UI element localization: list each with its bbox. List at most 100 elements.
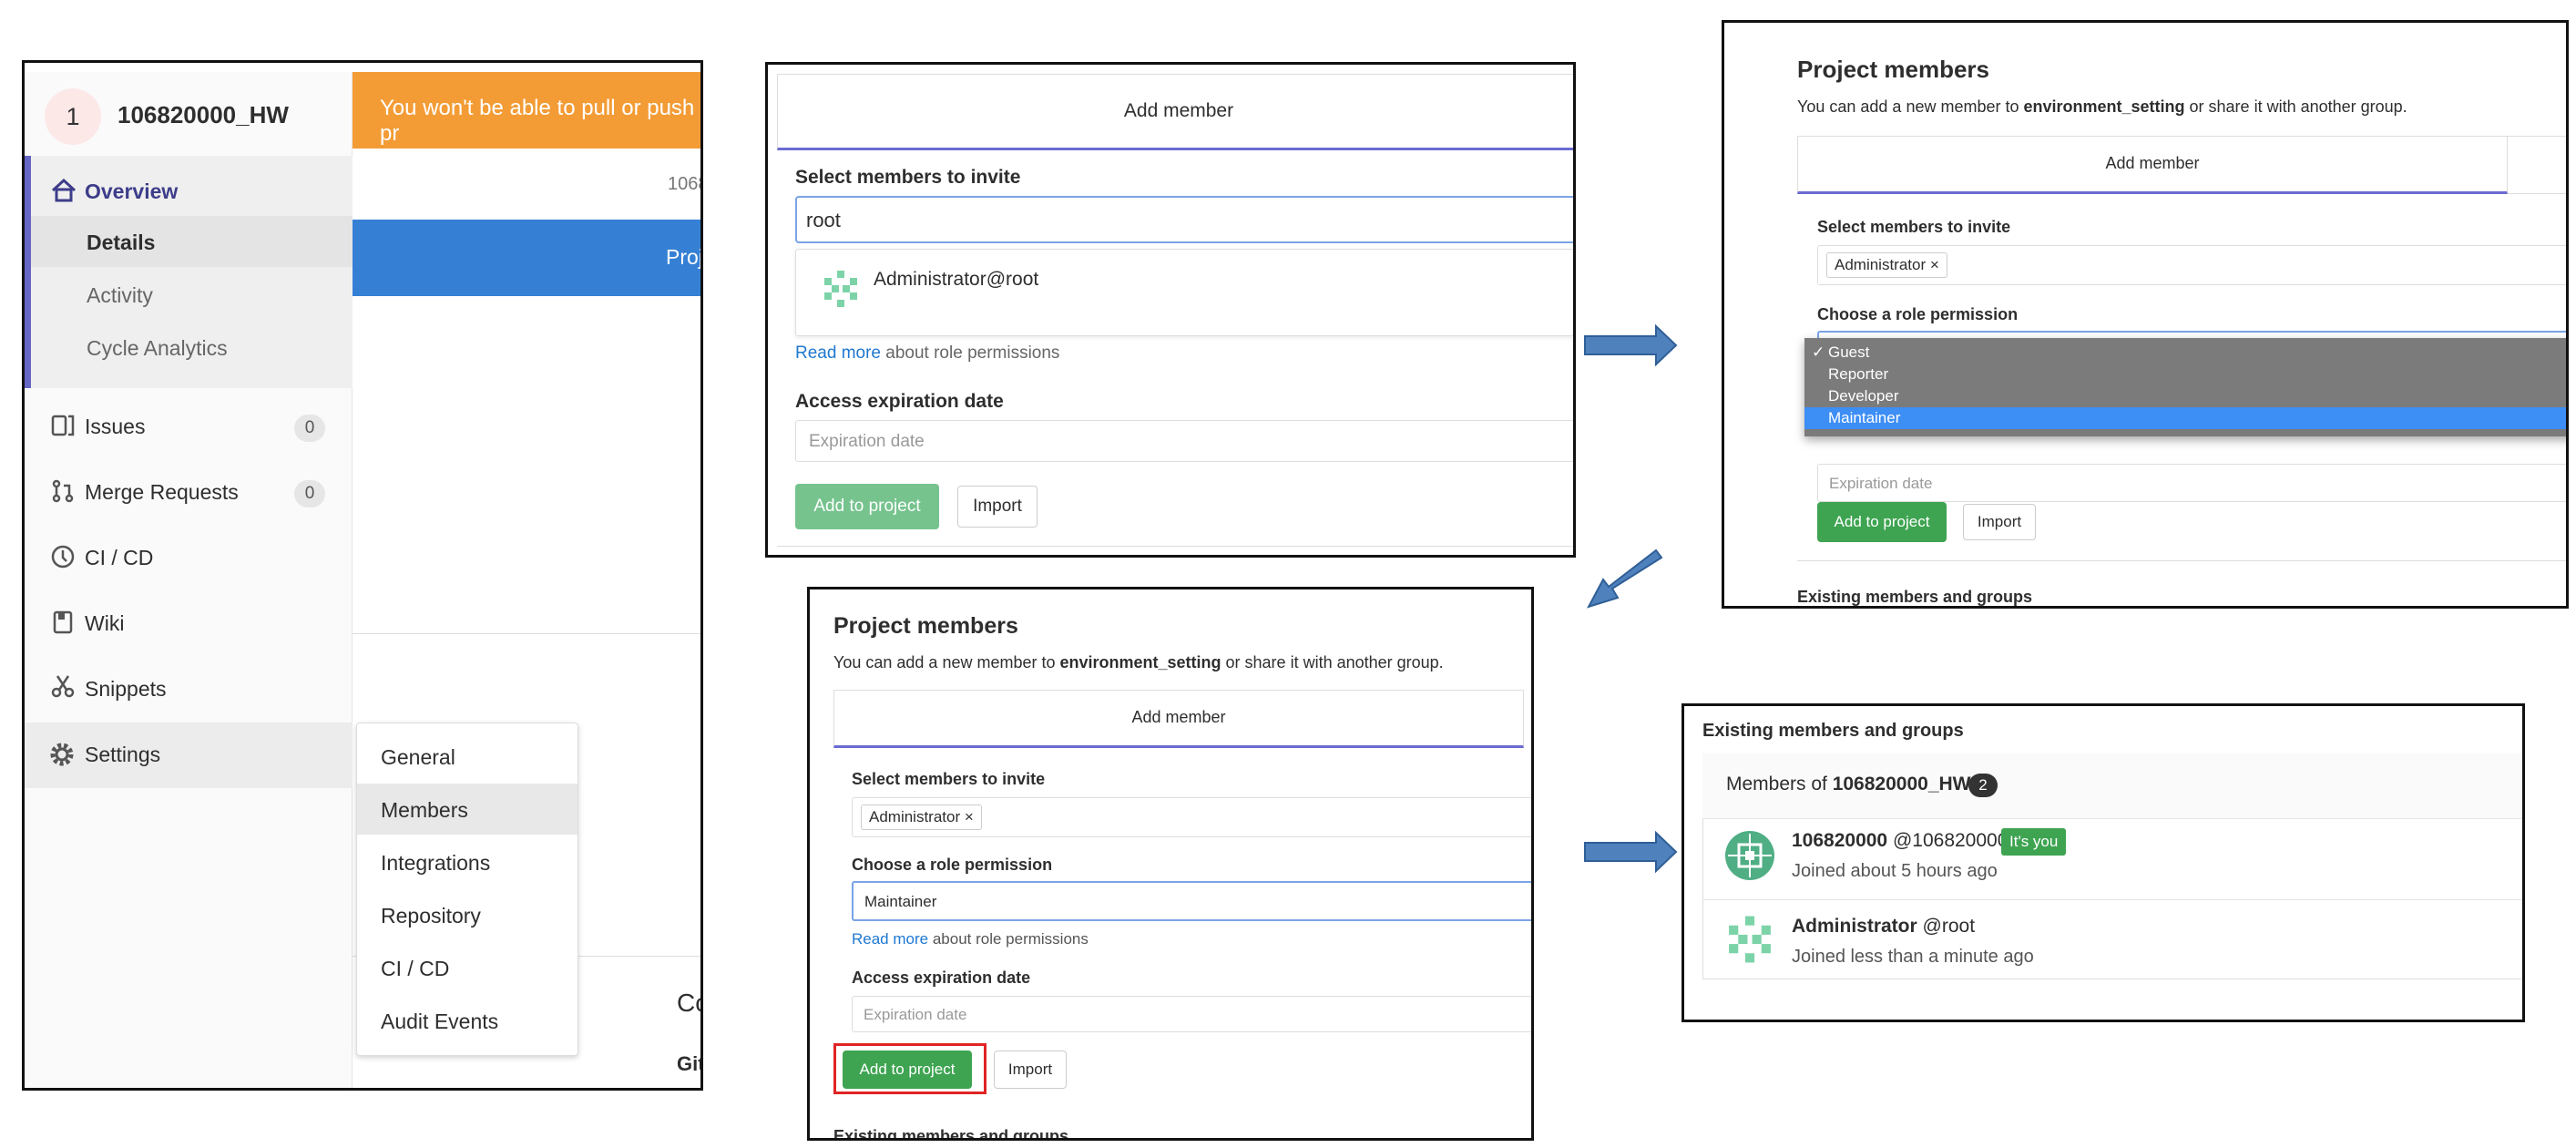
import-button[interactable]: Import <box>994 1051 1067 1089</box>
page-subtitle: You can add a new member to environment_… <box>1797 97 2407 116</box>
flyout-item-audit-events[interactable]: Audit Events <box>357 995 578 1046</box>
home-icon <box>51 178 77 202</box>
sidebar-item-merge-requests[interactable]: Merge Requests <box>85 480 239 505</box>
option-reporter[interactable]: Reporter <box>1804 364 2566 385</box>
sidebar-item-activity[interactable]: Activity <box>87 283 153 308</box>
selected-member-token[interactable]: Administrator × <box>861 805 982 830</box>
select-members-label: Select members to invite <box>1817 218 2011 236</box>
add-to-project-button[interactable]: Add to project <box>1817 502 1947 542</box>
details-highlight <box>31 216 353 267</box>
issues-icon <box>50 413 76 443</box>
project-name[interactable]: 106820000_HW <box>118 101 289 129</box>
member-count-badge: 2 <box>1968 774 1998 797</box>
sidebar-item-issues[interactable]: Issues <box>85 415 145 439</box>
identicon-avatar <box>821 269 861 313</box>
divider <box>1797 560 2566 561</box>
role-options-menu: ✓ Guest Reporter Developer Maintainer <box>1804 338 2566 436</box>
group-name: 106820000_HW <box>1832 774 1971 794</box>
member-handle: @106820000 <box>1892 830 2009 851</box>
sidebar-item-snippets[interactable]: Snippets <box>85 677 167 702</box>
role-permissions-help: Read more about role permissions <box>852 930 1089 948</box>
search-value: root <box>806 209 841 231</box>
divider <box>353 633 700 634</box>
existing-members-heading: Existing members and groups <box>833 1127 1069 1141</box>
page-subtitle: You can add a new member to environment_… <box>833 653 1444 671</box>
expiration-label: Access expiration date <box>795 391 1004 412</box>
sidebar-screenshot-panel: 1 106820000_HW Overview Details Activity… <box>22 60 703 1091</box>
existing-members-panel: Existing members and groups Members of 1… <box>1682 703 2525 1022</box>
alert-text: You won't be able to pull or push pr <box>380 96 695 146</box>
content-fragment: Co <box>677 989 700 1017</box>
check-icon: ✓ <box>1812 343 1825 361</box>
arrow-right-icon <box>1584 831 1678 873</box>
read-more-text: about role permissions <box>885 343 1060 363</box>
expiration-date-input[interactable]: Expiration date <box>795 420 1573 462</box>
divider <box>1702 899 2522 900</box>
role-select[interactable]: Maintainer <box>852 881 1531 921</box>
arrow-down-left-icon <box>1586 548 1663 609</box>
its-you-badge: It's you <box>2001 828 2067 856</box>
project-name: environment_setting <box>1059 653 1222 671</box>
member-search-input[interactable]: root <box>795 196 1573 243</box>
issues-count-badge: 0 <box>294 415 325 442</box>
read-more-link[interactable]: Read more <box>795 343 881 363</box>
option-maintainer[interactable]: Maintainer <box>1804 407 2566 429</box>
selected-member-token[interactable]: Administrator × <box>1826 252 1947 278</box>
sidebar-item-wiki[interactable]: Wiki <box>85 611 124 636</box>
blue-header-bar: Proj <box>353 220 703 296</box>
import-button[interactable]: Import <box>1963 504 2036 540</box>
tab-label: Add member <box>1131 708 1226 726</box>
arrow-right-icon <box>1584 324 1678 366</box>
sidebar-item-overview[interactable] <box>50 178 77 208</box>
book-icon <box>50 610 76 640</box>
role-label: Choose a role permission <box>852 856 1053 874</box>
project-name: environment_setting <box>2023 97 2185 116</box>
add-to-project-button[interactable]: Add to project <box>795 484 939 529</box>
project-avatar[interactable]: 1 <box>45 88 101 145</box>
sidebar-item-ci-cd[interactable]: CI / CD <box>85 546 153 570</box>
role-permissions-help: Read more about role permissions <box>795 343 1059 364</box>
flyout-item-general[interactable]: General <box>357 731 578 782</box>
project-id-fragment: 1068 <box>668 174 700 194</box>
flyout-item-integrations[interactable]: Integrations <box>357 836 578 887</box>
members-of-label: Members of 106820000_HW <box>1726 774 1971 794</box>
expiration-date-input[interactable]: Expiration date <box>852 996 1531 1032</box>
option-guest[interactable]: ✓ Guest <box>1804 342 2566 364</box>
flyout-item-members[interactable]: Members <box>357 784 578 835</box>
select-members-label: Select members to invite <box>795 167 1021 188</box>
sidebar-item-settings[interactable]: Settings <box>85 743 160 767</box>
existing-members-heading: Existing members and groups <box>1797 588 2033 606</box>
tab-label: Add member <box>1123 100 1234 121</box>
import-button[interactable]: Import <box>957 486 1038 528</box>
sidebar-item-details[interactable]: Details <box>87 231 155 255</box>
sidebar-item-label[interactable]: Overview <box>85 179 178 204</box>
scissors-icon <box>50 673 76 703</box>
divider <box>777 546 1573 547</box>
content-fragment: Git <box>677 1052 703 1075</box>
sidebar-item-cycle-analytics[interactable]: Cycle Analytics <box>87 336 228 361</box>
flyout-item-repository[interactable]: Repository <box>357 889 578 940</box>
member-name[interactable]: 106820000 @106820000 <box>1792 830 2008 852</box>
blue-bar-text: Proj <box>666 245 703 269</box>
suggestion-administrator[interactable]: Administrator@root <box>874 269 1038 291</box>
tab-add-member[interactable]: Add member <box>777 74 1573 150</box>
member-joined: Joined about 5 hours ago <box>1792 861 1998 881</box>
expiration-label: Access expiration date <box>852 969 1031 987</box>
merge-requests-count-badge: 0 <box>294 480 325 507</box>
member-joined: Joined less than a minute ago <box>1792 947 2034 967</box>
page-title: Project members <box>833 613 1018 639</box>
expiration-date-input[interactable]: Expiration date <box>1817 464 2566 502</box>
flyout-item-ci-cd[interactable]: CI / CD <box>357 942 578 993</box>
add-member-search-panel: Add member Select members to invite root… <box>765 62 1576 558</box>
ci-cd-icon <box>50 544 76 574</box>
add-to-project-button[interactable]: Add to project <box>843 1051 972 1089</box>
role-value: Maintainer <box>864 893 937 910</box>
identicon-avatar <box>1724 914 1775 969</box>
read-more-link[interactable]: Read more <box>852 930 928 948</box>
member-name[interactable]: Administrator @root <box>1792 916 1975 938</box>
autocomplete-dropdown <box>795 249 1573 336</box>
settings-flyout-menu: General Members Integrations Repository … <box>356 723 578 1056</box>
merge-request-icon <box>50 478 76 508</box>
option-developer[interactable]: Developer <box>1804 385 2566 407</box>
tab-share[interactable] <box>2508 136 2566 194</box>
